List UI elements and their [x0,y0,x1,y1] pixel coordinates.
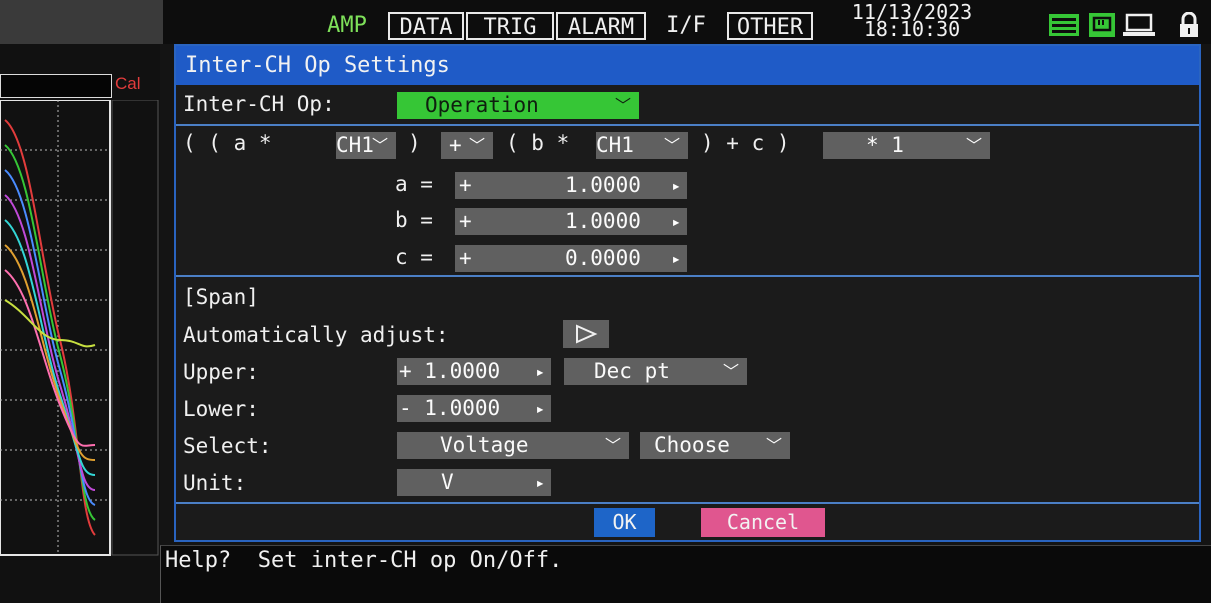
upper-label: Upper: [183,360,259,384]
cal-label: Cal [115,74,141,93]
memory-icon [1049,14,1079,36]
waveform-graph [0,100,159,556]
op-select[interactable]: Operation ﹀ [397,92,639,119]
dialog-title: Inter-CH Op Settings [176,46,1199,85]
operator-select[interactable]: + ﹀ [441,132,493,159]
play-icon [576,324,598,344]
tab-trig[interactable]: TRIG [466,12,554,40]
upper-field[interactable]: + 1.0000 [397,358,551,385]
pc-connection-icon [1123,13,1155,36]
tab-data[interactable]: DATA [388,12,464,40]
coeff-b-field[interactable]: + 1.0000 [455,208,687,235]
divider [176,275,1199,277]
unit-value: V [441,470,454,494]
ch-select-a-value: CH1 [336,133,374,157]
multiplier-value: * 1 [866,133,904,157]
op-label: Inter-CH Op: [183,92,335,116]
formula-close-paren: ) [408,131,421,155]
chevron-down-icon: ﹀ [604,436,621,455]
top-left-panel [0,0,163,44]
lower-value: - 1.0000 [399,396,501,420]
chevron-down-icon: ﹀ [965,136,982,155]
unit-label: Unit: [183,471,247,495]
select-dropdown[interactable]: Voltage ﹀ [397,432,629,459]
tab-amp[interactable]: AMP [310,12,384,40]
op-select-value: Operation [425,93,539,117]
help-text: Help? Set inter-CH op On/Off. [165,548,563,573]
chevron-down-icon: ﹀ [371,136,388,155]
clock: 11/13/2023 18:10:30 [832,2,992,39]
cancel-button[interactable]: Cancel [701,508,825,537]
lower-field[interactable]: - 1.0000 [397,395,551,422]
coeff-a-field[interactable]: + 1.0000 [455,172,687,199]
coeff-b-value: 1.0000 [565,209,641,233]
choose-value: Choose [654,433,730,457]
inter-ch-op-dialog [174,44,1201,542]
upper-value: + 1.0000 [399,359,501,383]
coeff-a-label: a = [395,172,433,196]
coeff-b-sign: + [459,209,472,233]
unit-field[interactable]: V [397,469,551,496]
chevron-down-icon: ﹀ [663,136,680,155]
coeff-c-sign: + [459,246,472,270]
tab-other[interactable]: OTHER [727,12,813,40]
lock-icon [1180,12,1198,37]
chevron-down-icon: ﹀ [722,362,739,381]
span-header: [Span] [183,285,259,309]
chevron-down-icon: ﹀ [614,96,631,115]
formula-mid: ( b * [506,131,582,155]
formula-open: ( ( a * [183,131,285,155]
coeff-c-label: c = [395,245,433,269]
select-label: Select: [183,434,272,458]
coeff-c-field[interactable]: + 0.0000 [455,245,687,272]
tab-if[interactable]: I/F [648,12,724,40]
coeff-a-sign: + [459,173,472,197]
coeff-a-value: 1.0000 [565,173,641,197]
divider [176,124,1199,126]
ok-button[interactable]: OK [594,508,655,537]
formula-tail: ) + c ) [701,131,790,155]
multiplier-select[interactable]: * 1 ﹀ [823,132,990,159]
auto-adjust-label: Automatically adjust: [183,323,449,347]
choose-dropdown[interactable]: Choose ﹀ [640,432,790,459]
operator-value: + [449,133,462,157]
ch-select-b[interactable]: CH1 ﹀ [596,132,688,159]
chevron-down-icon: ﹀ [765,436,782,455]
ch-select-b-value: CH1 [596,133,634,157]
chevron-down-icon: ﹀ [468,136,485,155]
auto-adjust-button[interactable] [563,320,609,348]
cal-field [0,74,112,98]
decimal-point-select[interactable]: Dec pt ﹀ [564,358,747,385]
ch-select-a[interactable]: CH1 ﹀ [336,132,396,159]
tab-alarm[interactable]: ALARM [556,12,646,40]
coeff-c-value: 0.0000 [565,246,641,270]
coeff-b-label: b = [395,208,433,232]
select-value: Voltage [440,433,529,457]
decimal-point-value: Dec pt [594,359,670,383]
lower-label: Lower: [183,397,259,421]
divider [176,502,1199,504]
sd-card-icon [1089,13,1115,37]
